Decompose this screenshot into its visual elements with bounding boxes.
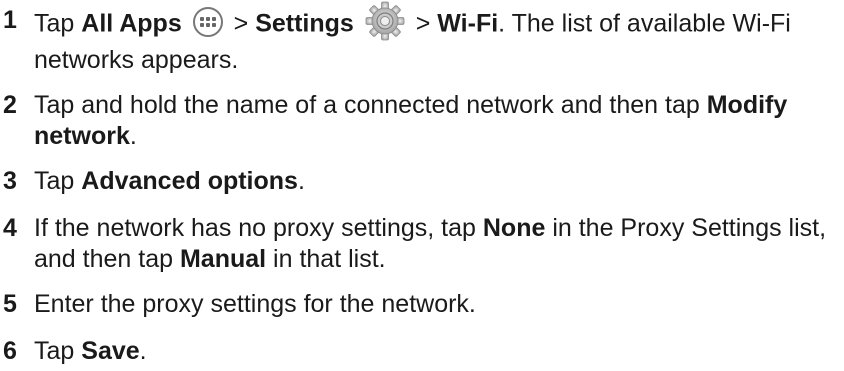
step-1: 1 Tap All Apps > Settings > Wi-Fi. The l… (3, 1, 841, 90)
step-text: in that list. (273, 245, 386, 273)
step-4: 4 If the network has no proxy settings, … (3, 213, 841, 289)
step-3: 3 Tap Advanced options. (3, 167, 305, 195)
all-apps-label: All Apps (81, 9, 182, 38)
step-text: Tap (34, 9, 75, 38)
step-number: 4 (3, 214, 17, 242)
step-6: 6 Tap Save. (3, 337, 147, 365)
separator: > (415, 9, 431, 38)
step-text: Tap (34, 167, 75, 195)
step-number: 3 (3, 167, 17, 195)
separator: > (233, 9, 249, 38)
advanced-options-label: Advanced options (81, 167, 298, 195)
step-5: 5 Enter the proxy settings for the netwo… (3, 289, 841, 336)
step-text: If the network has no proxy settings, ta… (34, 214, 476, 242)
step-2: 2 Tap and hold the name of a connected n… (3, 91, 788, 150)
step-number: 1 (3, 6, 17, 34)
procedure-steps: 1 Tap All Apps > Settings > Wi-Fi. The l… (3, 1, 841, 371)
step-text: Enter the proxy settings for the network… (34, 290, 476, 318)
step-number: 5 (3, 290, 17, 318)
save-label: Save (81, 337, 140, 365)
settings-gear-icon (365, 1, 405, 41)
step-number: 6 (3, 337, 17, 365)
step-number: 2 (3, 91, 17, 119)
manual-label: Manual (179, 245, 267, 273)
step-text: Tap (34, 337, 75, 365)
settings-label: Settings (255, 9, 354, 38)
step-text: Tap and hold the name of a connected net… (34, 91, 700, 119)
wifi-label: Wi-Fi (437, 9, 499, 38)
none-label: None (482, 214, 546, 242)
all-apps-icon (192, 7, 223, 37)
